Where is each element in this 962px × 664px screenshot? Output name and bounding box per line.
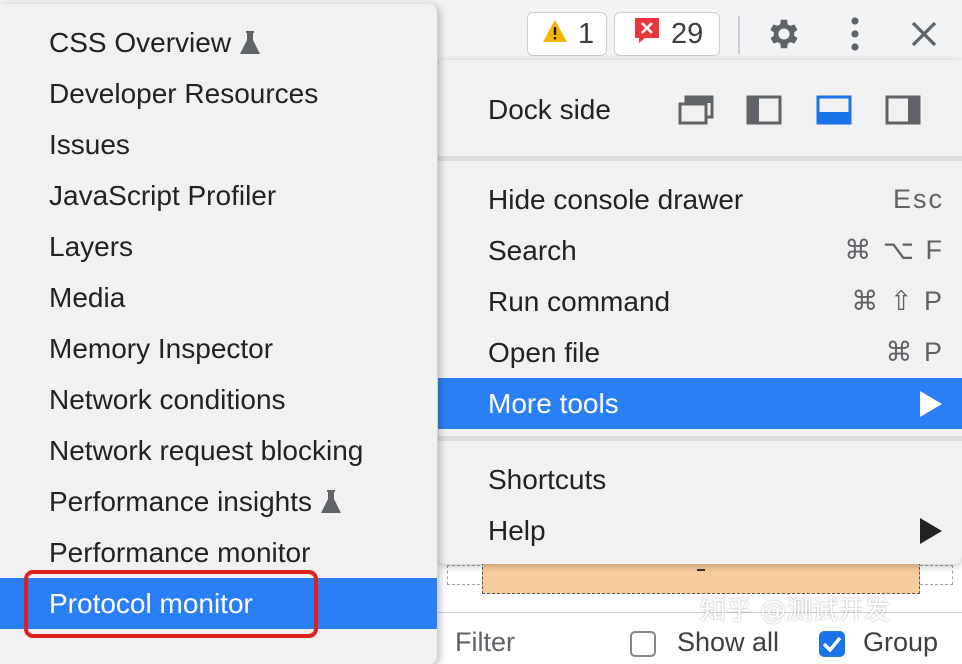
- dock-side-label: Dock side: [488, 94, 611, 125]
- undock-icon[interactable]: [676, 90, 716, 130]
- error-count: 29: [671, 17, 704, 50]
- submenu-item-label: JavaScript Profiler: [49, 179, 277, 211]
- submenu-item-performance-insights[interactable]: Performance insights: [0, 476, 437, 527]
- menu-item-shortcut: Esc: [892, 184, 944, 214]
- toolbar-divider: [738, 16, 740, 54]
- menu-separator: [437, 436, 962, 441]
- submenu-item-network-request-blocking[interactable]: Network request blocking: [0, 425, 437, 476]
- menu-item-shortcuts[interactable]: Shortcuts: [437, 454, 962, 505]
- menu-item-shortcut: ⌘ P: [885, 337, 944, 367]
- submenu-item-label: Network request blocking: [49, 434, 364, 466]
- submenu-item-issues[interactable]: Issues: [0, 119, 437, 170]
- kebab-menu-icon[interactable]: [835, 14, 875, 54]
- submenu-item-label: Performance monitor: [49, 536, 311, 568]
- warning-badge[interactable]: 1: [527, 12, 607, 56]
- menu-item-shortcut: ⌘ ⇧ P: [851, 286, 944, 316]
- submenu-arrow-icon: [920, 390, 942, 417]
- submenu-item-developer-resources[interactable]: Developer Resources: [0, 68, 437, 119]
- devtools-main-menu: Dock side Hide console drawer Esc Search…: [437, 60, 962, 564]
- box-model-dash: [697, 569, 705, 571]
- submenu-item-network-conditions[interactable]: Network conditions: [0, 374, 437, 425]
- submenu-item-memory-inspector[interactable]: Memory Inspector: [0, 323, 437, 374]
- error-badge[interactable]: 29: [614, 12, 720, 56]
- experiment-flask-icon: [240, 30, 261, 54]
- menu-item-search[interactable]: Search ⌘ ⌥ F: [437, 225, 962, 276]
- error-icon: [633, 16, 661, 52]
- submenu-arrow-icon: [920, 517, 942, 544]
- warning-count: 1: [578, 17, 595, 50]
- menu-item-label: Run command: [488, 285, 671, 317]
- filter-label: Filter: [455, 627, 515, 657]
- warning-icon: [542, 18, 568, 51]
- menu-item-label: More tools: [488, 387, 619, 419]
- submenu-item-label: Developer Resources: [49, 77, 319, 109]
- menu-item-open-file[interactable]: Open file ⌘ P: [437, 327, 962, 378]
- menu-item-shortcut: ⌘ ⌥ F: [844, 235, 944, 265]
- menu-item-run-command[interactable]: Run command ⌘ ⇧ P: [437, 276, 962, 327]
- submenu-item-layers[interactable]: Layers: [0, 221, 437, 272]
- menu-item-label: Open file: [488, 336, 601, 368]
- submenu-item-media[interactable]: Media: [0, 272, 437, 323]
- dock-bottom-icon[interactable]: [814, 90, 854, 130]
- dock-right-icon[interactable]: [883, 90, 923, 130]
- submenu-item-label: Issues: [49, 128, 130, 160]
- submenu-item-label: CSS Overview: [49, 26, 232, 58]
- watermark-text: 知乎 @测试开发: [700, 596, 891, 626]
- submenu-item-label: Media: [49, 281, 126, 313]
- experiment-flask-icon: [321, 489, 342, 513]
- menu-item-help[interactable]: Help: [437, 505, 962, 556]
- group-checkbox[interactable]: [819, 631, 845, 657]
- menu-item-hide-console-drawer[interactable]: Hide console drawer Esc: [437, 174, 962, 225]
- menu-item-label: Search: [488, 234, 577, 266]
- menu-item-label: Hide console drawer: [488, 183, 744, 215]
- red-highlight-annotation: [24, 570, 318, 638]
- submenu-item-label: Memory Inspector: [49, 332, 274, 364]
- dock-left-icon[interactable]: [744, 90, 784, 130]
- menu-separator: [437, 156, 962, 161]
- close-icon[interactable]: [904, 14, 944, 54]
- menu-item-more-tools[interactable]: More tools: [437, 378, 962, 429]
- menu-item-label: Help: [488, 514, 546, 546]
- more-tools-submenu: CSS Overview Developer Resources Issues …: [0, 4, 438, 664]
- submenu-item-label: Performance insights: [49, 485, 313, 517]
- submenu-item-css-overview[interactable]: CSS Overview: [0, 17, 437, 68]
- show-all-checkbox[interactable]: [630, 631, 656, 657]
- submenu-item-label: Layers: [49, 230, 134, 262]
- show-all-label: Show all: [677, 627, 780, 657]
- group-label: Group: [863, 627, 939, 657]
- menu-item-label: Shortcuts: [488, 463, 607, 495]
- settings-gear-icon[interactable]: [764, 14, 804, 54]
- submenu-item-label: Network conditions: [49, 383, 286, 415]
- submenu-item-javascript-profiler[interactable]: JavaScript Profiler: [0, 170, 437, 221]
